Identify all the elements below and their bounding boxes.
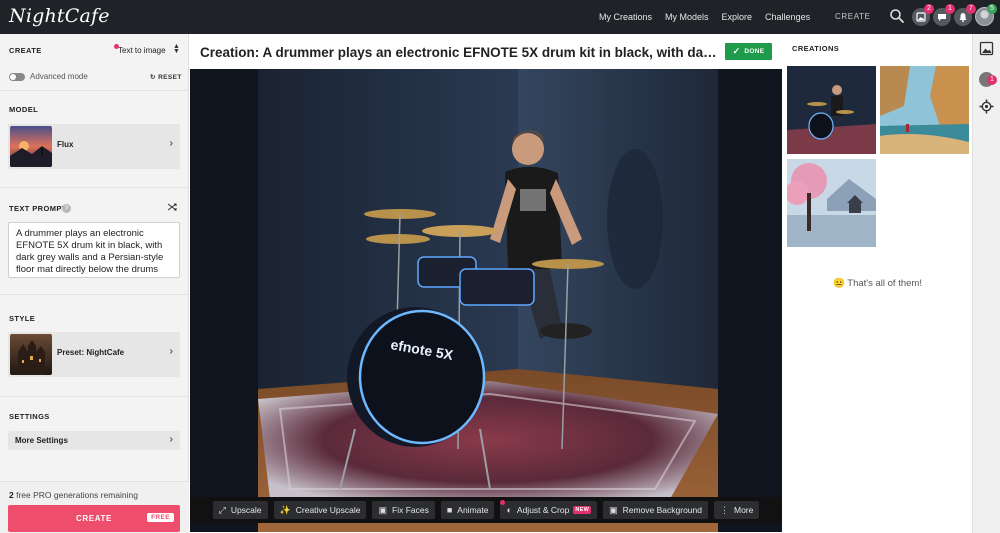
gallery-icon[interactable] — [979, 41, 994, 56]
reset-label: RESET — [158, 74, 182, 81]
creation-image[interactable]: efnote 5X — [190, 69, 782, 532]
avatar[interactable]: 5 — [975, 4, 997, 26]
settings-section-label: SETTINGS — [9, 412, 50, 421]
video-icon: ■ — [446, 505, 453, 515]
more-settings-button[interactable]: More Settings › — [8, 431, 180, 450]
magic-wand-icon: ✨ — [279, 504, 291, 515]
check-icon: ✓ — [732, 46, 741, 56]
adjust-crop-label: Adjust & Crop — [516, 505, 570, 515]
advanced-mode-toggle[interactable] — [9, 73, 25, 81]
nav-links: My Creations My Models Explore Challenge… — [599, 0, 823, 34]
remove-background-button[interactable]: ▣ Remove Background — [603, 501, 708, 519]
advanced-mode-label: Advanced mode — [30, 72, 88, 81]
nightcafe-logo[interactable]: NightCafe — [9, 5, 110, 27]
free-tag: FREE — [147, 513, 174, 522]
fix-faces-button[interactable]: ▣ Fix Faces — [372, 501, 435, 519]
divider — [0, 90, 189, 91]
divider — [0, 294, 189, 295]
pro-text-label: free PRO generations remaining — [13, 490, 138, 500]
refresh-icon: ↻ — [150, 74, 156, 81]
chevron-right-icon: › — [169, 138, 173, 149]
fix-faces-label: Fix Faces — [392, 505, 429, 515]
user-status-icon[interactable]: 1 — [979, 72, 997, 87]
help-icon[interactable]: ? — [62, 204, 71, 213]
pro-remaining-text: 2 free PRO generations remaining — [9, 490, 138, 500]
mode-select[interactable]: Text to image — [114, 44, 166, 55]
shuffle-icon[interactable] — [167, 202, 177, 212]
nav-challenges[interactable]: Challenges — [765, 12, 810, 22]
face-fix-icon: ▣ — [378, 504, 387, 515]
new-indicator-dot — [500, 500, 506, 505]
creation-thumbnail[interactable] — [787, 159, 876, 247]
model-card[interactable]: Flux › — [8, 124, 180, 169]
creations-section-label: CREATIONS — [792, 44, 840, 53]
style-section-label: STYLE — [9, 314, 36, 323]
divider — [0, 187, 189, 188]
creation-thumbnail[interactable] — [880, 66, 969, 154]
nav-explore[interactable]: Explore — [722, 12, 753, 22]
create-sidebar: CREATE Text to image ▲ ▼ Advanced mode ↻ … — [0, 34, 189, 533]
search-icon[interactable] — [889, 8, 905, 24]
messages-badge: 1 — [945, 4, 955, 14]
adjust-icon: ◐ — [506, 505, 512, 515]
chat-icon[interactable]: 1 — [933, 4, 955, 26]
done-label: DONE — [744, 48, 765, 55]
nav-my-creations[interactable]: My Creations — [599, 12, 652, 22]
avatar-badge: 5 — [987, 4, 997, 14]
remove-background-label: Remove Background — [622, 505, 702, 515]
animate-label: Animate — [457, 505, 489, 515]
gear-icon[interactable] — [979, 99, 994, 114]
chevron-right-icon: › — [169, 434, 173, 445]
drummer-thumbnail — [787, 66, 876, 154]
end-of-list-message: 😐 That's all of them! — [833, 278, 922, 289]
divider — [0, 396, 189, 397]
model-section-label: MODEL — [9, 105, 39, 114]
upscale-icon: ⤢ — [218, 504, 226, 515]
upscale-button[interactable]: ⤢ Upscale — [212, 501, 268, 519]
prompt-section-label: TEXT PROMPT — [9, 204, 67, 213]
creation-view: Creation: A drummer plays an electronic … — [190, 34, 782, 533]
remove-bg-icon: ▣ — [609, 504, 618, 515]
style-name: Preset: NightCafe — [57, 348, 125, 357]
model-thumbnail — [10, 126, 52, 167]
creations-panel: CREATIONS 😐 That's all of them! — [783, 34, 972, 533]
more-button[interactable]: ⋮ More — [714, 501, 760, 519]
image-toolbar: ⤢ Upscale ✨ Creative Upscale ▣ Fix Faces ■ A… — [190, 497, 782, 523]
more-label: More — [734, 505, 754, 515]
drummer-artwork: efnote 5X — [190, 69, 782, 532]
model-name: Flux — [57, 140, 74, 149]
style-thumbnail — [10, 334, 52, 375]
adjust-crop-button[interactable]: ◐ Adjust & Crop NEW — [500, 500, 598, 519]
strip-badge: 1 — [987, 75, 997, 85]
right-icon-strip: 1 — [972, 34, 1000, 533]
coastal-cliffs-thumbnail — [880, 66, 969, 154]
gallery-icon[interactable]: 2 — [912, 4, 934, 26]
mode-indicator-dot — [114, 44, 119, 49]
done-button[interactable]: ✓ DONE — [725, 43, 772, 60]
cherry-blossom-thumbnail — [787, 159, 876, 247]
reset-button[interactable]: ↻ RESET — [150, 73, 182, 81]
style-card[interactable]: Preset: NightCafe › — [8, 332, 180, 377]
create-footer: 2 free PRO generations remaining CREATE … — [0, 481, 189, 533]
nav-my-models[interactable]: My Models — [665, 12, 709, 22]
animate-button[interactable]: ■ Animate — [440, 501, 495, 519]
prompt-textarea[interactable]: A drummer plays an electronic EFNOTE 5X … — [8, 222, 180, 278]
chevron-right-icon: › — [169, 346, 173, 357]
bell-icon[interactable]: 7 — [954, 4, 976, 26]
page-title: Creation: A drummer plays an electronic … — [200, 45, 720, 60]
more-settings-label: More Settings — [15, 436, 68, 445]
nav-create-link[interactable]: CREATE — [835, 12, 870, 21]
new-badge: NEW — [573, 506, 592, 514]
mode-select-label: Text to image — [118, 46, 166, 55]
upscale-label: Upscale — [230, 505, 262, 515]
create-section-label: CREATE — [9, 46, 42, 55]
creation-thumbnail[interactable] — [787, 66, 876, 154]
updown-chevron-icon[interactable]: ▲ ▼ — [173, 43, 180, 55]
create-button[interactable]: CREATE FREE — [8, 505, 180, 532]
creative-upscale-label: Creative Upscale — [295, 505, 361, 515]
gallery-badge: 2 — [924, 4, 934, 14]
more-vertical-icon: ⋮ — [720, 504, 729, 515]
top-navbar: NightCafe My Creations My Models Explore… — [0, 0, 1000, 34]
creative-upscale-button[interactable]: ✨ Creative Upscale — [273, 501, 367, 519]
